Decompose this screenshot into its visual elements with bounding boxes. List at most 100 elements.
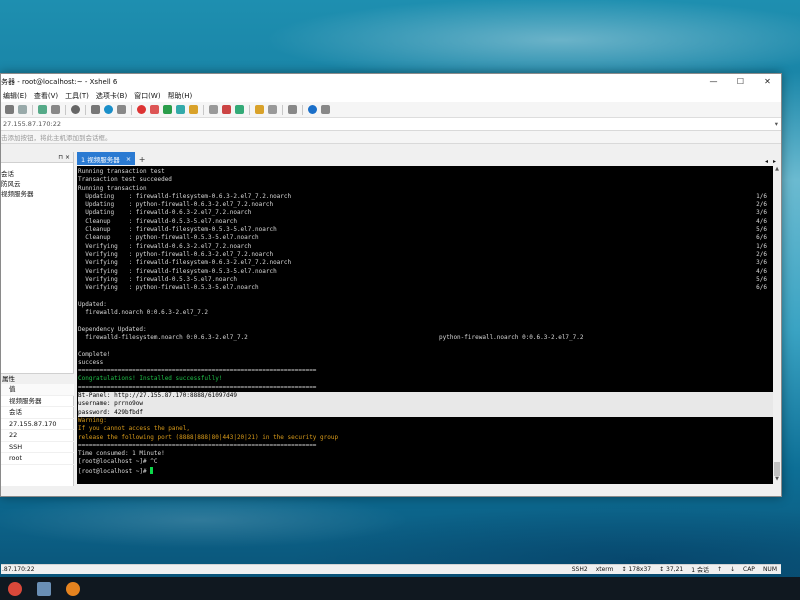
terminal-line-text: Verifying : firewalld-filesystem-0.6.3-2… [78,259,292,267]
terminal-line-text: Complete! [78,350,111,358]
open-folder-icon[interactable] [5,105,14,114]
menu-tools[interactable]: 工具(T) [63,91,94,101]
menu-tabs[interactable]: 选项卡(B) [94,91,132,101]
terminal[interactable]: Running transaction test Transaction test… [77,166,773,484]
terminal-line-progress: 5/6 [756,275,767,283]
xftp-icon[interactable] [137,105,146,114]
tab-close-icon[interactable]: × [126,155,131,163]
terminal-line-text: Updating : firewalld-filesystem-0.6.3-2.… [78,192,292,200]
terminal-line: If you cannot access the panel, [78,425,773,433]
property-value: root [1,453,74,465]
font-icon[interactable] [117,105,126,114]
find-icon[interactable] [71,105,80,114]
terminal-line: Verifying : python-firewall-0.5.3-5.el7.… [78,284,773,292]
transfer-icon[interactable] [163,105,172,114]
xmanager-icon[interactable] [150,105,159,114]
close-button[interactable]: ✕ [754,74,781,89]
hint-text: 击添加按钮，将此主机添加到会话框。 [1,134,112,142]
terminal-line-progress: 4/6 [756,217,767,225]
menu-window[interactable]: 窗口(W) [132,91,165,101]
window-title: 务器 - root@localhost:~ - Xshell 6 [1,77,118,86]
properties-icon[interactable] [91,105,100,114]
terminal-line-text: Running transaction test [78,168,165,175]
terminal-line-text: ========================================… [78,383,317,391]
highlight-icon[interactable] [222,105,231,114]
status-host: .87.170:22 [2,566,35,573]
keyboard-icon[interactable] [209,105,218,114]
app-icon [66,581,80,596]
status-cursor: ↕ 37,21 [659,566,684,573]
tab-video-server[interactable]: 1 视频服务器 × [77,152,136,165]
toolbar-separator [203,104,204,115]
globe-icon[interactable] [104,105,113,114]
taskbar-app-notes[interactable] [33,579,55,599]
terminal-line: username: prrno9ow [78,400,773,409]
property-value: 22 [1,430,74,442]
compose-icon[interactable] [235,105,244,114]
taskbar-app-orange[interactable] [62,579,84,599]
help-icon[interactable] [308,105,317,114]
scrollbar-thumb[interactable] [774,462,780,476]
lock-icon[interactable] [189,105,198,114]
sidebar-item-video-server[interactable]: 视频服务器 [1,189,73,199]
tab-bar: 1 视频服务器 × + ◂ ▸ [77,152,781,165]
terminal-line-text: Warning: [78,416,107,424]
scroll-up-icon[interactable]: ▲ [773,166,781,174]
terminal-line: ========================================… [78,384,773,392]
paste-icon[interactable] [51,105,60,114]
status-sessions: 1 会话 [691,567,709,574]
status-terminal-type: xterm [595,566,614,573]
toolbar-separator [85,104,86,115]
terminal-line-progress: 6/6 [756,234,767,242]
toolbar-separator [32,104,33,115]
sidebar-item-fangfengyun[interactable]: 防风云 [1,179,73,189]
chevron-down-icon[interactable]: ▾ [775,120,781,128]
minimize-button[interactable]: — [700,74,727,89]
sidebar-item-sessions[interactable]: 会话 [1,169,73,179]
properties-table: 值 视频服务器 会话 27.155.87.170 22 SSH root [1,384,74,465]
pin-icon[interactable]: ⊓ × [58,154,70,161]
comment-icon[interactable] [288,105,297,114]
terminal-line-progress: 4/6 [756,267,767,275]
scroll-down-icon[interactable]: ▼ [773,476,781,484]
menu-edit[interactable]: 编辑(E) [1,91,32,101]
copy-icon[interactable] [38,105,47,114]
layout-icon[interactable] [255,105,264,114]
toolbar [1,102,781,118]
address-bar: 27.155.87.170:22 ▾ [1,118,781,131]
taskbar-app-red[interactable] [4,579,26,599]
terminal-line: firewalld-filesystem.noarch 0:0.6.3-2.el… [78,334,773,342]
terminal-line: Cleanup : firewalld-filesystem-0.5.3-5.e… [78,226,773,234]
more-icon[interactable] [321,105,330,114]
menu-help[interactable]: 帮助(H) [166,91,198,101]
menu-view[interactable]: 查看(V) [32,91,63,101]
tab-prev-icon[interactable]: ◂ [765,158,773,165]
terminal-line-progress: 1/6 [756,242,767,250]
status-cap: CAP [743,566,755,573]
address-input[interactable]: 27.155.87.170:22 [3,120,775,128]
terminal-line: Updated: [78,301,773,309]
terminal-line-text: Cleanup : python-firewall-0.5.3-5.el7.no… [78,234,259,242]
terminal-scrollbar[interactable]: ▲ ▼ [773,166,781,484]
main-content: ⊓ × 会话 防风云 视频服务器 属性 值 视频服务器 会话 27.155.87… [1,152,781,574]
grid-icon[interactable] [268,105,277,114]
disconnect-icon[interactable] [18,105,27,114]
terminal-line: Complete! [78,351,773,359]
toolbar-separator [249,104,250,115]
terminal-line: Time consumed: 1 Minute! [78,450,773,458]
terminal-line-text: Updated: [78,300,107,308]
terminal-line-text: firewalld.noarch 0:0.6.3-2.el7_7.2 [78,309,209,317]
maximize-button[interactable]: ☐ [727,74,754,89]
properties-column-header: 值 [1,384,74,396]
terminal-line-text: [root@localhost ~]# ^C [78,458,158,466]
tab-next-icon[interactable]: ▸ [773,158,781,165]
terminal-line-text: success [78,358,104,366]
xshell-window: 务器 - root@localhost:~ - Xshell 6 — ☐ ✕ 编… [0,73,782,574]
terminal-line-text: Verifying : python-firewall-0.5.3-5.el7.… [78,284,259,292]
script-icon[interactable] [176,105,185,114]
terminal-line-text: Transaction test succeeded [78,176,172,184]
add-tab-button[interactable]: + [137,154,147,165]
